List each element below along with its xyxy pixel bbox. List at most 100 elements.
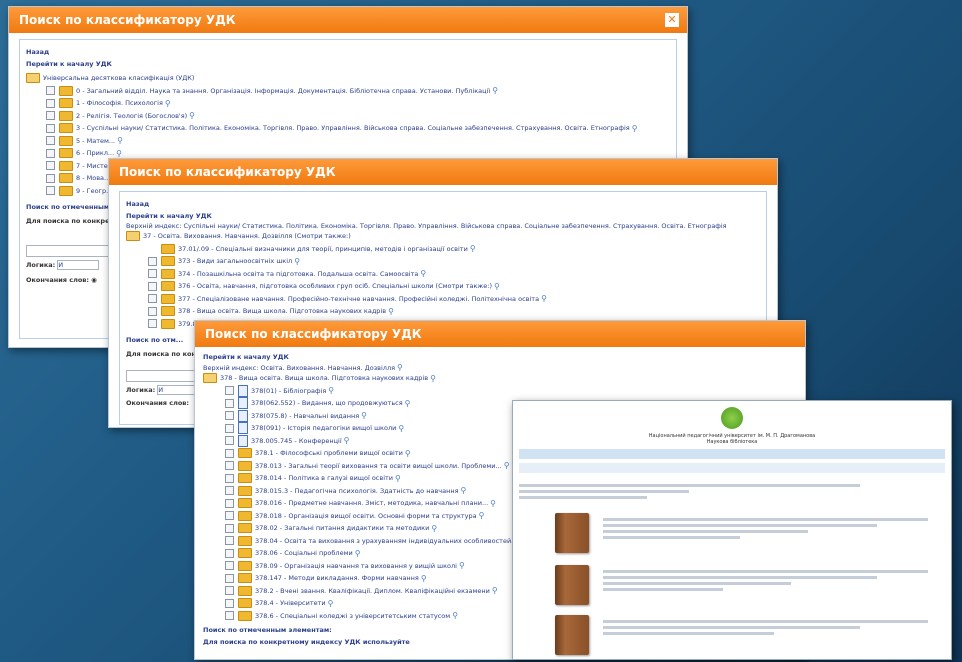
book-icon[interactable] [555,513,589,553]
checkbox[interactable] [225,598,234,608]
search-icon[interactable]: ⚲ [189,111,195,120]
checkbox[interactable] [225,511,234,521]
search-icon[interactable]: ⚲ [397,363,403,372]
checkbox[interactable] [225,561,234,571]
checkbox[interactable] [225,473,234,483]
search-icon[interactable]: ⚲ [492,586,498,595]
search-icon[interactable]: ⚲ [420,269,426,278]
checkbox[interactable] [225,461,234,471]
search-icon[interactable]: ⚲ [405,399,411,408]
checkbox[interactable] [225,498,234,508]
checkbox[interactable] [225,523,234,533]
tree-root[interactable]: 378 - Вища освіта. Вища школа. Підготовк… [203,372,797,385]
close-icon[interactable]: ✕ [665,13,679,27]
search-input[interactable] [26,245,118,257]
checkbox[interactable] [148,269,157,279]
checkbox[interactable] [148,294,157,304]
search-icon[interactable]: ⚲ [504,461,510,470]
search-icon[interactable]: ⚲ [494,282,500,291]
search-icon[interactable]: ⚲ [541,294,547,303]
tree-item[interactable]: 37.01/.09 - Спеціальні визначники для те… [148,243,760,256]
search-icon[interactable]: ⚲ [344,436,350,445]
search-icon[interactable]: ⚲ [492,86,498,95]
search-icon[interactable]: ⚲ [461,486,467,495]
search-icon[interactable]: ⚲ [328,599,334,608]
checkbox[interactable] [225,486,234,496]
list-item[interactable] [603,567,945,594]
search-icon[interactable]: ⚲ [388,307,394,316]
search-icon[interactable]: ⚲ [490,499,496,508]
search-icon[interactable]: ⚲ [431,524,437,533]
checkbox[interactable] [148,319,157,329]
checkbox[interactable] [225,436,234,446]
search-icon[interactable]: ⚲ [405,449,411,458]
search-icon[interactable]: ⚲ [395,474,401,483]
endings-radio-icon[interactable]: ◉ [91,276,97,284]
checkbox[interactable] [225,386,234,396]
search-icon[interactable]: ⚲ [355,549,361,558]
logic-select[interactable]: И [157,385,200,395]
book-icon[interactable] [555,615,589,655]
search-icon[interactable]: ⚲ [452,611,458,620]
search-icon[interactable]: ⚲ [398,424,404,433]
logic-select[interactable]: И [57,260,100,270]
to-start-link[interactable]: Перейти к началу УДК [203,353,797,361]
tree-item[interactable]: 376 - Освіта, навчання, підготовка особл… [148,280,760,293]
tree-item[interactable]: 0 - Загальний відділ. Наука та знання. О… [46,85,670,98]
search-icon[interactable]: ⚲ [328,386,334,395]
search-icon[interactable]: ⚲ [165,99,171,108]
tree-item[interactable]: 374 - Позашкільна освіта та підготовка. … [148,268,760,281]
search-icon[interactable]: ⚲ [421,574,427,583]
list-item[interactable] [603,515,945,542]
checkbox[interactable] [46,136,55,146]
search-icon[interactable]: ⚲ [632,124,638,133]
checkbox[interactable] [148,281,157,291]
search-icon[interactable]: ⚲ [294,257,300,266]
tree-root[interactable]: 37 - Освіта. Виховання. Навчання. Дозвіл… [126,230,760,243]
back-link[interactable]: Назад [26,48,670,56]
library-search-bar[interactable] [519,463,945,473]
tree-item[interactable]: 377 - Спеціалізоване навчання. Професійн… [148,293,760,306]
checkbox[interactable] [225,423,234,433]
checkbox[interactable] [46,148,55,158]
checkbox[interactable] [225,398,234,408]
tree-item[interactable]: 2 - Релігія. Теологія (Богослов'я) ⚲ [46,110,670,123]
checkbox[interactable] [46,186,55,196]
search-icon[interactable]: ⚲ [479,511,485,520]
checkbox[interactable] [46,98,55,108]
back-link[interactable]: Назад [126,200,760,208]
checkbox[interactable] [225,448,234,458]
tree-item[interactable]: 373 - Види загальноосвітніх шкіл ⚲ [148,255,760,268]
search-icon[interactable]: ⚲ [470,244,476,253]
search-input[interactable] [126,370,198,382]
search-icon[interactable]: ⚲ [361,411,367,420]
checkbox[interactable] [225,411,234,421]
checkbox[interactable] [225,548,234,558]
list-item[interactable] [603,617,945,638]
book-icon[interactable] [555,565,589,605]
checkbox[interactable] [46,161,55,171]
checkbox[interactable] [225,611,234,621]
checkbox[interactable] [46,111,55,121]
tree-item[interactable]: 1 - Філософія. Психологія ⚲ [46,97,670,110]
checkbox[interactable] [225,536,234,546]
search-icon[interactable]: ⚲ [117,136,123,145]
tree-item[interactable]: 378(01) - Бібліографія ⚲ [225,384,797,398]
checkbox[interactable] [46,173,55,183]
checkbox[interactable] [46,123,55,133]
to-start-link[interactable]: Перейти к началу УДК [126,212,760,220]
tree-item[interactable]: 378 - Вища освіта. Вища школа. Підготовк… [148,305,760,318]
checkbox[interactable] [225,573,234,583]
tree-root[interactable]: Універсальна десяткова класифікація (УДК… [26,72,670,85]
search-icon[interactable]: ⚲ [459,561,465,570]
checkbox[interactable] [148,256,157,266]
checkbox[interactable] [46,86,55,96]
tree-item[interactable]: 5 - Матем... ⚲ [46,135,670,148]
tree-item[interactable]: 3 - Суспільні науки/ Статистика. Політик… [46,122,670,135]
search-icon[interactable]: ⚲ [116,149,122,158]
search-icon[interactable]: ⚲ [430,374,436,383]
checkbox[interactable] [225,586,234,596]
checkbox[interactable] [148,306,157,316]
window-title-bar: Поиск по классификатору УДК [195,321,805,347]
to-start-link[interactable]: Перейти к началу УДК [26,60,670,68]
